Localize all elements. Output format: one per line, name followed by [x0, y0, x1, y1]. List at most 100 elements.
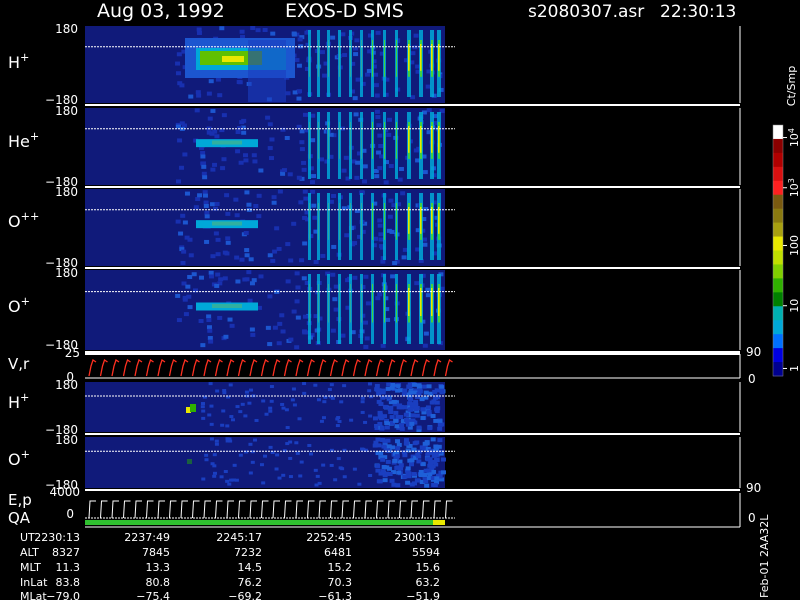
- stripe-core: [328, 203, 329, 240]
- hot-spot: [187, 459, 192, 464]
- noise-cell: [355, 160, 361, 165]
- footer-cell: 2300:13: [394, 531, 440, 544]
- noise-cell: [294, 441, 299, 445]
- noise-cell: [179, 165, 185, 170]
- lower-ytop-label: 180: [55, 433, 78, 447]
- noise-cell: [249, 388, 254, 392]
- panel-background: [85, 270, 445, 350]
- noise-cell: [182, 123, 188, 128]
- noise-cell: [410, 413, 416, 418]
- noise-cell: [426, 384, 432, 389]
- stripe-core: [384, 40, 385, 77]
- noise-cell: [265, 325, 271, 330]
- noise-cell: [362, 179, 368, 184]
- ep-ybot-label: 0: [66, 507, 74, 521]
- noise-cell: [214, 439, 219, 443]
- noise-cell: [360, 396, 365, 400]
- ep-label: E,p: [8, 491, 32, 509]
- noise-cell: [392, 261, 398, 266]
- noise-cell: [422, 242, 428, 247]
- noise-cell: [200, 405, 205, 409]
- footer-row-name: ALT: [20, 546, 39, 559]
- noise-cell: [234, 255, 240, 260]
- noise-cell: [195, 90, 201, 95]
- lower-species-label-base: H: [8, 393, 20, 412]
- noise-cell: [357, 482, 362, 486]
- noise-cell: [367, 389, 372, 393]
- noise-cell: [299, 140, 305, 145]
- noise-cell: [176, 52, 182, 57]
- noise-cell: [410, 51, 416, 56]
- noise-cell: [280, 402, 285, 406]
- noise-cell: [400, 191, 406, 196]
- noise-cell: [268, 409, 273, 413]
- noise-cell: [208, 339, 214, 344]
- noise-cell: [268, 445, 273, 449]
- stripe-core: [372, 40, 373, 77]
- footer-cell: 13.3: [146, 561, 171, 574]
- noise-cell: [430, 413, 436, 418]
- panel-species-label-sup: +: [21, 295, 30, 308]
- noise-cell: [207, 413, 212, 417]
- noise-cell: [240, 402, 245, 406]
- noise-cell: [384, 425, 390, 430]
- noise-cell: [235, 405, 240, 409]
- footer-cell: 80.8: [146, 576, 171, 589]
- noise-cell: [281, 473, 286, 477]
- colorbar-tick-base: 10: [788, 299, 800, 313]
- noise-cell: [288, 258, 294, 263]
- noise-cell: [440, 457, 446, 462]
- noise-cell: [380, 437, 386, 442]
- noise-cell: [237, 125, 243, 130]
- noise-cell: [402, 405, 408, 410]
- noise-cell: [336, 457, 341, 461]
- noise-cell: [391, 399, 397, 404]
- noise-cell: [297, 417, 302, 421]
- feature-core: [212, 221, 242, 226]
- noise-cell: [434, 476, 440, 481]
- footer-cell: 2252:45: [306, 531, 352, 544]
- noise-cell: [194, 108, 200, 113]
- noise-cell: [394, 454, 400, 459]
- lower-species-label-sup: +: [21, 448, 30, 461]
- noise-cell: [281, 406, 286, 410]
- noise-cell: [376, 479, 382, 484]
- noise-cell: [175, 179, 181, 184]
- feature-core: [212, 304, 242, 308]
- noise-cell: [411, 472, 417, 477]
- noise-cell: [291, 31, 297, 36]
- noise-cell: [368, 414, 373, 418]
- noise-cell: [200, 402, 205, 406]
- noise-cell: [317, 481, 322, 485]
- noise-cell: [311, 174, 317, 179]
- noise-cell: [241, 130, 247, 135]
- noise-cell: [302, 382, 307, 386]
- noise-cell: [384, 421, 390, 426]
- noise-cell: [392, 458, 398, 463]
- noise-cell: [291, 387, 296, 391]
- stripe-core: [328, 122, 329, 159]
- noise-cell: [212, 464, 217, 468]
- noise-cell: [377, 166, 383, 171]
- noise-cell: [202, 175, 208, 180]
- noise-cell: [438, 388, 444, 393]
- noise-cell: [391, 482, 397, 487]
- stripe-core: [372, 284, 373, 323]
- noise-cell: [294, 58, 300, 63]
- noise-cell: [284, 408, 289, 412]
- noise-cell: [200, 154, 206, 159]
- noise-cell: [390, 382, 396, 387]
- colorbar-swatch: [773, 250, 783, 265]
- panel-species-label-sup: +: [30, 130, 39, 143]
- noise-cell: [422, 170, 428, 175]
- noise-cell: [354, 38, 360, 43]
- noise-cell: [414, 478, 420, 483]
- noise-cell: [376, 123, 382, 128]
- noise-cell: [195, 196, 201, 201]
- noise-cell: [186, 294, 192, 299]
- noise-cell: [398, 463, 404, 468]
- footer-cell: 14.5: [238, 561, 263, 574]
- noise-cell: [388, 164, 394, 169]
- noise-cell: [221, 113, 227, 118]
- stripe-core: [318, 203, 319, 240]
